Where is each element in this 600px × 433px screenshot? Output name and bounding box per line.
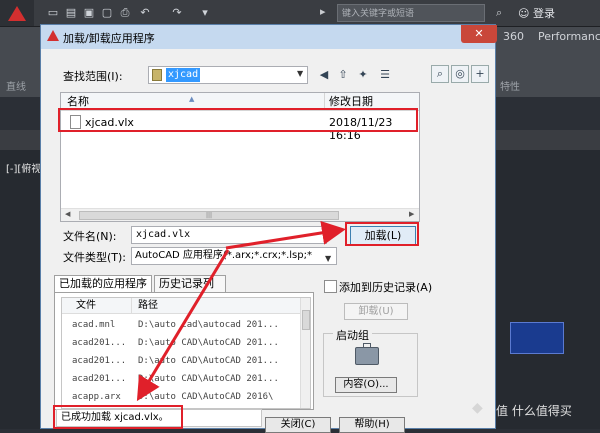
tab-loaded-applications[interactable]: 已加载的应用程序	[54, 275, 152, 292]
annotation-arrows	[136, 220, 346, 402]
watermark-logo-icon: ◆	[472, 400, 483, 416]
arrow-to-status	[136, 249, 230, 402]
arrow-to-load-button	[225, 220, 346, 250]
